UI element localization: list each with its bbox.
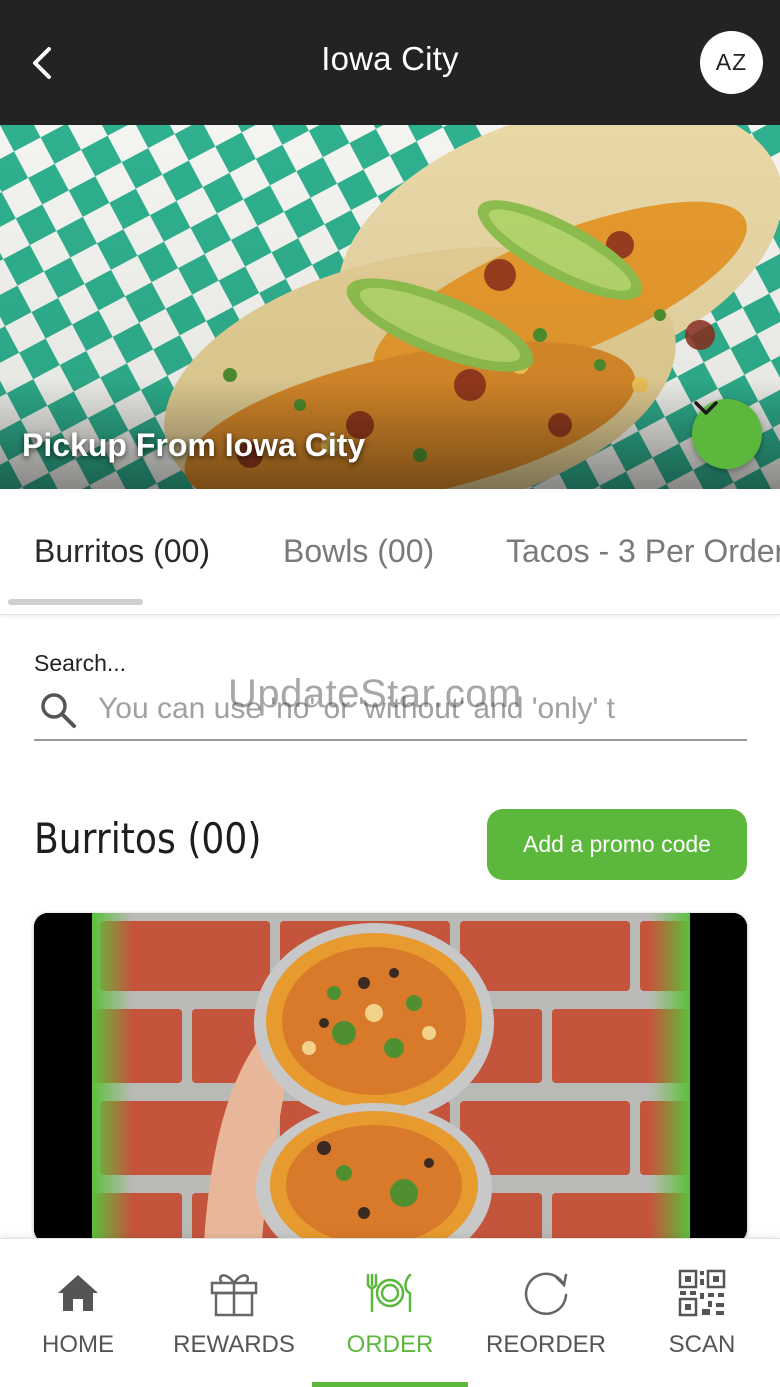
nav-home[interactable]: HOME <box>0 1239 156 1387</box>
top-app-bar: Iowa City AZ <box>0 0 780 125</box>
active-nav-indicator <box>312 1382 468 1387</box>
bottom-navigation: HOME REWARDS ORDER REORDER SCAN <box>0 1238 780 1387</box>
nav-rewards-label: REWARDS <box>173 1331 295 1358</box>
nav-rewards[interactable]: REWARDS <box>156 1239 312 1387</box>
home-icon <box>58 1275 98 1311</box>
section-title: Burritos (00) <box>34 814 262 863</box>
avatar[interactable]: AZ <box>700 31 763 94</box>
nav-order[interactable]: ORDER <box>312 1239 468 1387</box>
page-title: Iowa City <box>321 40 459 77</box>
burrito-photo <box>34 913 747 1243</box>
location-dropdown-button[interactable] <box>692 399 762 469</box>
refresh-icon <box>524 1272 568 1316</box>
gift-icon <box>210 1274 258 1317</box>
qr-code-icon <box>678 1269 726 1317</box>
nav-reorder-label: REORDER <box>485 1331 606 1358</box>
tab-tacos[interactable]: Tacos - 3 Per Order <box>506 533 780 570</box>
nav-scan[interactable]: SCAN <box>624 1239 780 1387</box>
product-card[interactable] <box>34 913 747 1243</box>
pickup-location-title: Pickup From Iowa City <box>22 427 366 463</box>
active-tab-indicator <box>8 599 143 605</box>
location-hero-banner: Pickup From Iowa City <box>0 125 780 489</box>
fork-plate-knife-icon <box>366 1273 412 1313</box>
nav-scan-label: SCAN <box>668 1331 736 1358</box>
chevron-down-icon <box>694 401 718 415</box>
add-promo-code-button[interactable]: Add a promo code <box>487 809 747 880</box>
category-tabs: Burritos (00) Bowls (00) Tacos - 3 Per O… <box>0 489 780 615</box>
tab-burritos[interactable]: Burritos (00) <box>34 533 210 570</box>
search-field <box>34 680 747 741</box>
search-label: Search... <box>34 650 127 676</box>
nav-reorder[interactable]: REORDER <box>468 1239 624 1387</box>
tab-bowls[interactable]: Bowls (00) <box>283 533 434 570</box>
search-input[interactable] <box>98 684 698 734</box>
nav-home-label: HOME <box>42 1331 114 1358</box>
search-icon <box>41 693 76 728</box>
nav-order-label: ORDER <box>346 1331 434 1358</box>
